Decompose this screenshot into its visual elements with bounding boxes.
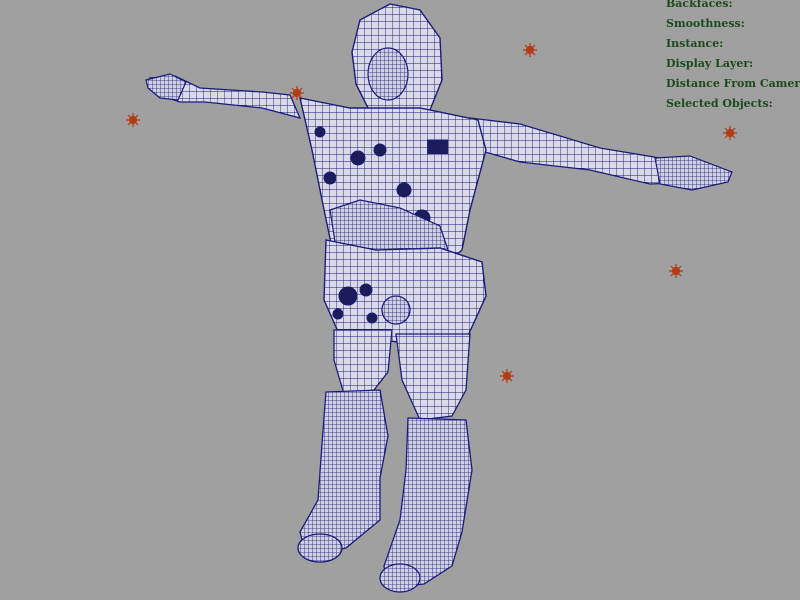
right-leg [379, 333, 473, 593]
hud-smoothness: Smoothness: [666, 17, 745, 30]
hud-distance-from-camera: Distance From Camera: [666, 77, 800, 90]
point-light-icon[interactable] [500, 369, 514, 383]
hud-backfaces: Backfaces: [666, 0, 733, 10]
point-light-icon[interactable] [523, 43, 537, 57]
heads-up-display: Backfaces: Smoothness: Instance: Display… [666, 0, 800, 114]
point-light-icon[interactable] [126, 113, 140, 127]
point-light-icon[interactable] [290, 86, 304, 100]
head [351, 3, 443, 123]
3d-viewport[interactable]: Backfaces: Smoothness: Instance: Display… [0, 0, 800, 600]
point-light-icon[interactable] [723, 126, 737, 140]
right-arm [469, 117, 733, 191]
hud-instance: Instance: [666, 37, 724, 50]
hips [323, 239, 487, 345]
hud-selected-objects: Selected Objects: [666, 97, 773, 110]
left-arm [145, 73, 302, 119]
left-leg [297, 329, 393, 563]
hud-display-layer: Display Layer: [666, 57, 754, 70]
point-light-icon[interactable] [669, 264, 683, 278]
torso [299, 97, 487, 263]
